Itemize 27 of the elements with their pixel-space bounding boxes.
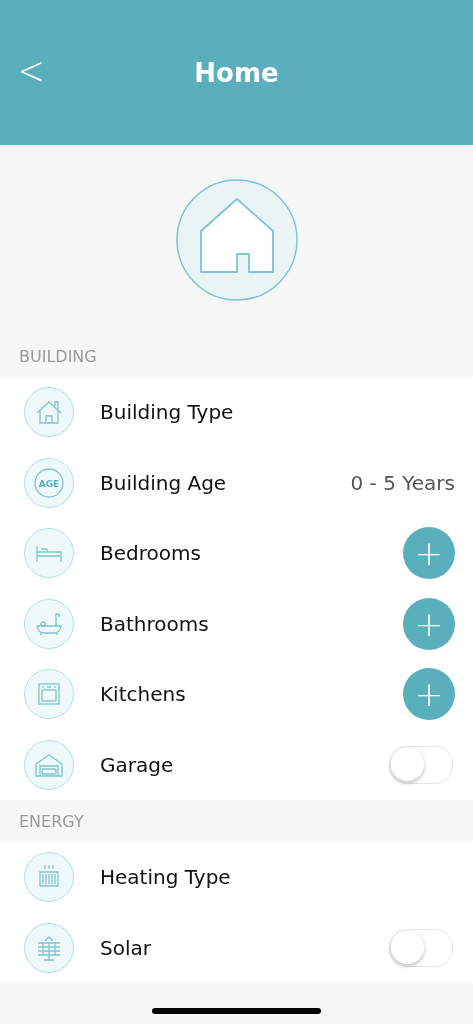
add-button[interactable]: + <box>403 597 455 650</box>
add-button[interactable]: + <box>403 668 455 721</box>
section-title: ENERGY <box>19 811 84 831</box>
toggle-switch[interactable] <box>389 928 453 967</box>
section-title: BUILDING <box>19 346 97 366</box>
add-button[interactable]: + <box>403 527 455 580</box>
row-label: Building Type <box>100 400 235 425</box>
row-label: Kitchens <box>100 682 187 707</box>
age-icon: AGE <box>24 457 74 508</box>
garage-icon <box>24 739 74 790</box>
row-label: Garage <box>100 752 175 777</box>
row-label: Heating Type <box>100 865 232 890</box>
back-button[interactable]: < <box>10 48 53 94</box>
row-label: Solar <box>100 935 152 960</box>
row-label: Bathrooms <box>100 611 210 636</box>
toggle-switch[interactable] <box>389 745 453 784</box>
radiator-icon <box>24 852 74 903</box>
solar-icon <box>24 922 74 973</box>
house-icon <box>175 179 298 301</box>
page-title: Home <box>194 57 279 88</box>
row-label: Building Age <box>100 470 228 495</box>
row-value: 0 - 5 Years <box>350 470 455 495</box>
house-icon <box>24 387 74 438</box>
bed-icon <box>24 528 74 579</box>
oven-icon <box>24 669 74 720</box>
row-label: Bedrooms <box>100 541 202 566</box>
bath-icon <box>24 598 74 649</box>
